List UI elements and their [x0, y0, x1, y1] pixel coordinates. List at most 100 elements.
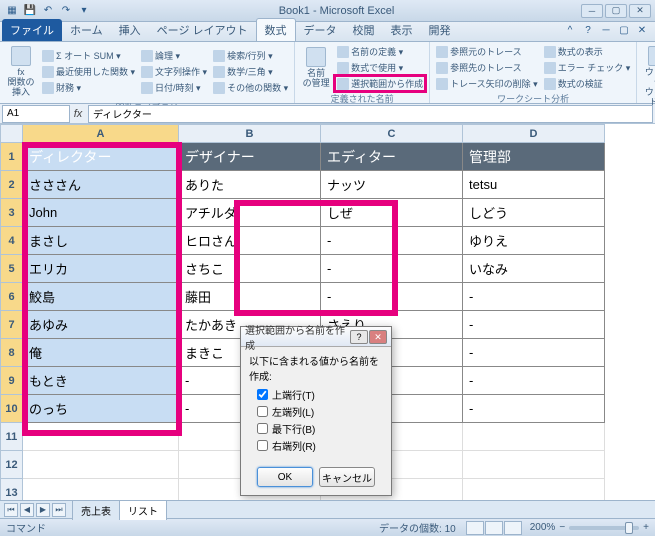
- cell-A7[interactable]: あゆみ: [23, 311, 179, 339]
- cell-B1[interactable]: デザイナー: [179, 143, 321, 171]
- remove-arrows-button[interactable]: トレース矢印の削除 ▾: [434, 76, 540, 91]
- cell-A3[interactable]: John: [23, 199, 179, 227]
- worksheet-area[interactable]: ABCD1ディレクターデザイナーエディター管理部2さささんありたナッツtetsu…: [0, 124, 655, 500]
- cell-A6[interactable]: 鮫島: [23, 283, 179, 311]
- row-header-10[interactable]: 10: [1, 395, 23, 423]
- tab-layout[interactable]: ページ レイアウト: [149, 19, 256, 41]
- cell-D9[interactable]: -: [463, 367, 605, 395]
- cell-C5[interactable]: -: [321, 255, 463, 283]
- cancel-button[interactable]: キャンセル: [319, 467, 375, 487]
- sheet-tab-2[interactable]: リスト: [119, 500, 167, 520]
- cell-B2[interactable]: ありた: [179, 171, 321, 199]
- cell-D12[interactable]: [463, 451, 605, 479]
- dialog-close-button[interactable]: ✕: [369, 330, 387, 344]
- cell-B3[interactable]: アチルダ: [179, 199, 321, 227]
- more-button[interactable]: その他の関数 ▾: [211, 80, 290, 95]
- cell-D4[interactable]: ゆりえ: [463, 227, 605, 255]
- nav-prev-icon[interactable]: ◀: [20, 503, 34, 517]
- define-name-button[interactable]: 名前の定義 ▾: [335, 44, 425, 59]
- formula-bar[interactable]: ディレクター: [88, 105, 653, 123]
- row-header-1[interactable]: 1: [1, 143, 23, 171]
- redo-icon[interactable]: ↷: [58, 3, 74, 19]
- zoom-thumb[interactable]: [625, 522, 633, 534]
- ok-button[interactable]: OK: [257, 467, 313, 487]
- cell-C6[interactable]: -: [321, 283, 463, 311]
- checkbox-top-row[interactable]: 上端行(T): [257, 387, 383, 402]
- autosum-button[interactable]: Σ オート SUM ▾: [40, 48, 137, 63]
- tab-view[interactable]: 表示: [383, 19, 421, 41]
- nav-last-icon[interactable]: ⏭: [52, 503, 66, 517]
- cell-C1[interactable]: エディター: [321, 143, 463, 171]
- financial-button[interactable]: 財務 ▾: [40, 80, 137, 95]
- logical-button[interactable]: 論理 ▾: [139, 48, 209, 63]
- cell-C3[interactable]: しぜ: [321, 199, 463, 227]
- tab-insert[interactable]: 挿入: [111, 19, 149, 41]
- checkbox-left-col[interactable]: 左端列(L): [257, 404, 383, 419]
- mdi-close-icon[interactable]: ✕: [635, 25, 649, 39]
- row-header-11[interactable]: 11: [1, 423, 23, 451]
- trace-dependents-button[interactable]: 参照先のトレース: [434, 60, 540, 75]
- cell-D5[interactable]: いなみ: [463, 255, 605, 283]
- evaluate-formula-button[interactable]: 数式の検証: [542, 76, 633, 91]
- cell-C2[interactable]: ナッツ: [321, 171, 463, 199]
- cell-A4[interactable]: まさし: [23, 227, 179, 255]
- cell-A13[interactable]: [23, 479, 179, 501]
- row-header-5[interactable]: 5: [1, 255, 23, 283]
- cell-A8[interactable]: 俺: [23, 339, 179, 367]
- name-manager-button[interactable]: 名前の管理: [299, 44, 333, 91]
- cell-A5[interactable]: エリカ: [23, 255, 179, 283]
- dialog-help-button[interactable]: ?: [350, 330, 368, 344]
- zoom-slider[interactable]: [569, 526, 639, 530]
- cell-D13[interactable]: [463, 479, 605, 501]
- checkbox-right-col[interactable]: 右端列(R): [257, 438, 383, 453]
- col-header-B[interactable]: B: [179, 125, 321, 143]
- lookup-button[interactable]: 検索/行列 ▾: [211, 48, 290, 63]
- datetime-button[interactable]: 日付/時刻 ▾: [139, 80, 209, 95]
- cell-D1[interactable]: 管理部: [463, 143, 605, 171]
- show-formulas-button[interactable]: 数式の表示: [542, 44, 633, 59]
- watch-window-button[interactable]: ウォッチウィンドウ: [641, 44, 655, 110]
- cell-A9[interactable]: もとき: [23, 367, 179, 395]
- checkbox-bottom-row[interactable]: 最下行(B): [257, 421, 383, 436]
- maximize-button[interactable]: ▢: [605, 4, 627, 18]
- row-header-12[interactable]: 12: [1, 451, 23, 479]
- view-normal-button[interactable]: [466, 521, 484, 535]
- cell-D2[interactable]: tetsu: [463, 171, 605, 199]
- text-button[interactable]: 文字列操作 ▾: [139, 64, 209, 79]
- row-header-7[interactable]: 7: [1, 311, 23, 339]
- row-header-4[interactable]: 4: [1, 227, 23, 255]
- nav-next-icon[interactable]: ▶: [36, 503, 50, 517]
- tab-review[interactable]: 校閲: [345, 19, 383, 41]
- use-in-formula-button[interactable]: 数式で使用 ▾: [335, 60, 425, 75]
- tab-data[interactable]: データ: [296, 19, 345, 41]
- cell-A11[interactable]: [23, 423, 179, 451]
- cell-B6[interactable]: 藤田: [179, 283, 321, 311]
- cell-C4[interactable]: -: [321, 227, 463, 255]
- name-box[interactable]: A1: [2, 105, 70, 123]
- zoom-out-button[interactable]: −: [559, 522, 565, 533]
- tab-formulas[interactable]: 数式: [256, 18, 296, 41]
- cell-A10[interactable]: のっち: [23, 395, 179, 423]
- fx-label[interactable]: fx: [70, 108, 86, 120]
- view-pagebreak-button[interactable]: [504, 521, 522, 535]
- tab-file[interactable]: ファイル: [2, 19, 62, 41]
- row-header-9[interactable]: 9: [1, 367, 23, 395]
- trace-precedents-button[interactable]: 参照元のトレース: [434, 44, 540, 59]
- cell-D8[interactable]: -: [463, 339, 605, 367]
- cell-A1[interactable]: ディレクター: [23, 143, 179, 171]
- row-header-3[interactable]: 3: [1, 199, 23, 227]
- mdi-min-icon[interactable]: ─: [599, 25, 613, 39]
- cell-B4[interactable]: ヒロさん: [179, 227, 321, 255]
- cell-B5[interactable]: さちこ: [179, 255, 321, 283]
- minimize-button[interactable]: ─: [581, 4, 603, 18]
- col-header-A[interactable]: A: [23, 125, 179, 143]
- cell-A2[interactable]: さささん: [23, 171, 179, 199]
- math-button[interactable]: 数学/三角 ▾: [211, 64, 290, 79]
- tab-developer[interactable]: 開発: [421, 19, 459, 41]
- cell-D6[interactable]: -: [463, 283, 605, 311]
- close-button[interactable]: ✕: [629, 4, 651, 18]
- row-header-8[interactable]: 8: [1, 339, 23, 367]
- recent-button[interactable]: 最近使用した関数 ▾: [40, 64, 137, 79]
- cell-D7[interactable]: -: [463, 311, 605, 339]
- undo-icon[interactable]: ↶: [40, 3, 56, 19]
